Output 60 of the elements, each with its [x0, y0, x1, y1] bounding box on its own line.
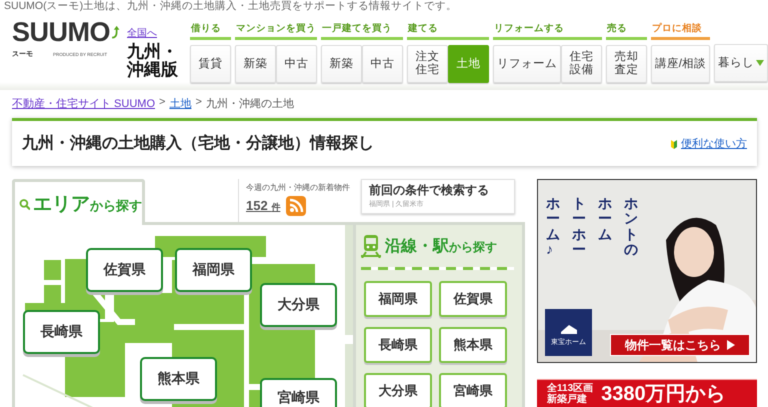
- prefecture-button[interactable]: 佐賀県: [86, 248, 163, 292]
- menu-button[interactable]: 暮らし: [714, 44, 768, 82]
- nav-category: リフォームする: [492, 22, 602, 40]
- prefecture-button[interactable]: 佐賀県: [439, 281, 507, 317]
- nav-button[interactable]: 新築: [234, 45, 276, 83]
- prefecture-button[interactable]: 宮崎県: [439, 373, 507, 407]
- nav-button[interactable]: 賃貸: [190, 45, 231, 83]
- ad-copy: ホーム: [598, 196, 612, 244]
- nav-button[interactable]: 住宅設備: [560, 45, 602, 83]
- nav-category: 売る: [606, 22, 647, 40]
- prefecture-button[interactable]: 大分県: [364, 373, 432, 407]
- nav-button[interactable]: 講座/相談: [650, 45, 710, 83]
- breadcrumb-current: 九州・沖縄の土地: [206, 97, 294, 112]
- breadcrumb-separator: >: [195, 96, 202, 110]
- page-title: 九州・沖縄の土地購入（宅地・分譲地）情報探し: [22, 133, 374, 154]
- region-link[interactable]: 全国へ: [127, 26, 157, 40]
- breadcrumb-link[interactable]: 不動産・住宅サイト SUUMO: [12, 96, 155, 112]
- nav-button[interactable]: 中古: [276, 45, 317, 83]
- beginner-mark-icon: [670, 138, 678, 150]
- last-search-title: 前回の条件で検索する: [369, 182, 490, 199]
- house-icon: [560, 322, 578, 334]
- prefecture-button[interactable]: 宮崎県: [260, 378, 337, 407]
- help-link[interactable]: 便利な使い方: [681, 136, 747, 151]
- nav-category: 一戸建てを買う: [320, 22, 403, 40]
- ad-copy: トーホー: [572, 196, 586, 258]
- ad-copy: 新築戸建: [547, 394, 588, 405]
- nav-category: 借りる: [190, 22, 231, 40]
- new-listings-label: 今週の九州・沖縄の新着物件: [246, 182, 351, 193]
- prefecture-button[interactable]: 長崎県: [23, 310, 100, 354]
- ad-price: 3380万円から: [601, 383, 726, 405]
- nav-category: プロに相談: [650, 22, 710, 40]
- nav-button[interactable]: 注文住宅: [406, 45, 448, 83]
- prefecture-button[interactable]: 大分県: [260, 283, 337, 327]
- ad-copy: ホーム♪: [546, 196, 560, 258]
- caret-icon: [756, 60, 764, 66]
- play-icon: [727, 340, 735, 350]
- train-icon: [361, 234, 381, 258]
- nav-button[interactable]: 中古: [362, 45, 403, 83]
- ad-copy: 全113区画: [547, 383, 594, 394]
- nav-button[interactable]: 新築: [320, 45, 362, 83]
- prefecture-button[interactable]: 長崎県: [364, 327, 432, 363]
- prefecture-button[interactable]: 福岡県: [175, 248, 252, 292]
- breadcrumb-separator: >: [159, 96, 166, 110]
- nav-button[interactable]: リフォーム: [492, 45, 561, 83]
- logo-wordmark[interactable]: SUUMO: [12, 17, 110, 47]
- ad-cta-button[interactable]: 物件一覧はこちら: [610, 334, 750, 356]
- region-title: 九州・沖縄版: [127, 43, 179, 79]
- prefecture-button[interactable]: 熊本県: [439, 327, 507, 363]
- line-search-title: 沿線・駅から探す: [385, 236, 497, 256]
- breadcrumb-link[interactable]: 土地: [169, 96, 192, 112]
- nav-category: マンションを買う: [234, 22, 317, 40]
- ad-copy: ホントの: [624, 196, 638, 258]
- nav-button[interactable]: 売却査定: [606, 45, 647, 83]
- rss-icon: [286, 196, 306, 216]
- new-listings-count[interactable]: 152 件: [246, 198, 280, 214]
- tagline: SUUMO(スーモ)土地は、九州・沖縄の土地購入・土地売買をサポートする情報サイトです。: [3, 0, 458, 14]
- prefecture-button[interactable]: 福岡県: [364, 281, 432, 317]
- area-search-title: エリアから探す: [33, 192, 142, 216]
- prefecture-button[interactable]: 熊本県: [140, 357, 217, 401]
- nav-category: 建てる: [406, 22, 489, 40]
